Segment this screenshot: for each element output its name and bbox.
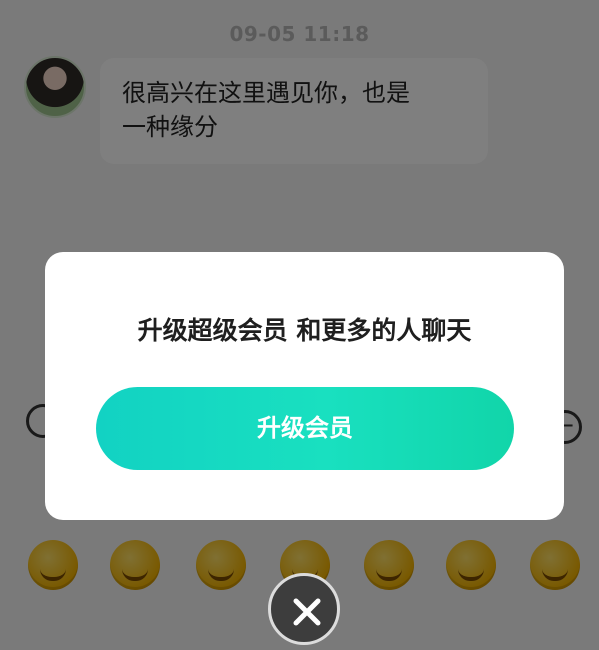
- close-icon: [293, 598, 321, 626]
- upgrade-member-button[interactable]: 升级会员: [96, 387, 514, 470]
- dialog-message: 升级超级会员 和更多的人聊天: [137, 316, 472, 345]
- upgrade-dialog: 升级超级会员 和更多的人聊天 升级会员: [45, 252, 564, 520]
- close-button[interactable]: [268, 573, 340, 645]
